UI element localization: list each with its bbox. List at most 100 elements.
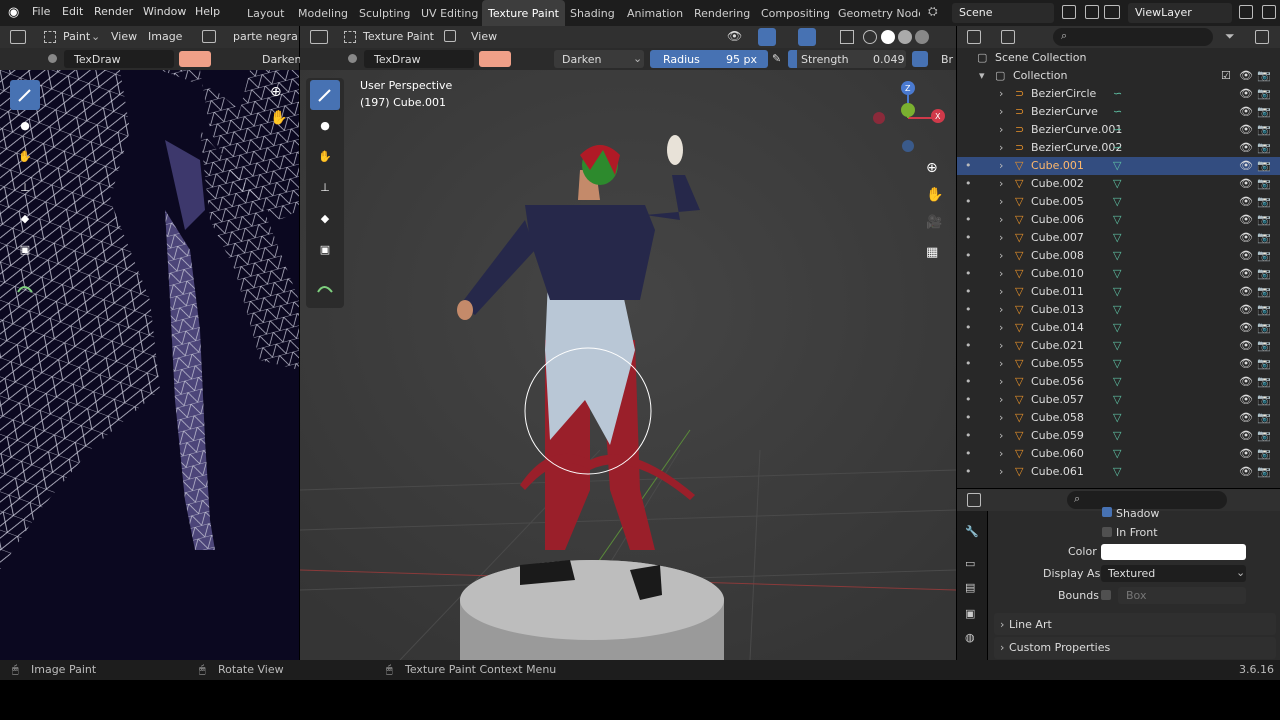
expand-arrow-icon[interactable]: › <box>999 193 1003 211</box>
scene-tab-icon[interactable]: ◍ <box>965 631 975 644</box>
draw-tool-icon[interactable] <box>10 80 40 110</box>
solid-shading-icon[interactable] <box>881 30 895 44</box>
expand-arrow-icon[interactable]: › <box>999 337 1003 355</box>
mask-tool-icon[interactable]: ▣ <box>310 234 340 264</box>
brush-name[interactable]: TexDraw <box>374 53 421 66</box>
paint-mode-menu[interactable]: Paint <box>63 30 90 43</box>
eye-icon[interactable]: 👁 <box>1239 463 1253 481</box>
camera-icon[interactable]: 📷 <box>1257 391 1271 409</box>
edit-mode-dot-icon[interactable]: • <box>965 355 972 373</box>
eye-icon[interactable]: 👁 <box>1239 319 1253 337</box>
expand-arrow-icon[interactable]: › <box>999 391 1003 409</box>
outliner-row[interactable]: • › ▽ Cube.021 ▽ 👁 📷 <box>957 337 1280 355</box>
collection-row[interactable]: ▾ ▢ Collection ☑ 👁 📷 <box>957 67 1280 85</box>
expand-arrow-icon[interactable]: › <box>999 211 1003 229</box>
eye-icon[interactable]: 👁 <box>1239 85 1253 103</box>
uv-canvas[interactable] <box>0 70 299 660</box>
eye-icon[interactable]: 👁 <box>1239 139 1253 157</box>
edit-mode-dot-icon[interactable]: • <box>965 337 972 355</box>
camera-icon[interactable]: 📷 <box>1257 355 1271 373</box>
scene-collection-row[interactable]: ▢ Scene Collection <box>957 49 1280 67</box>
ortho-grid-icon[interactable]: ▦ <box>926 245 938 260</box>
expand-arrow-icon[interactable]: › <box>999 445 1003 463</box>
expand-arrow-icon[interactable]: › <box>999 319 1003 337</box>
pressure-icon[interactable]: ✎ <box>772 52 781 65</box>
clone-tool-icon[interactable]: ⊥ <box>310 172 340 202</box>
expand-arrow-icon[interactable]: › <box>999 427 1003 445</box>
delete-scene-icon[interactable] <box>1085 5 1099 19</box>
expand-arrow-icon[interactable]: › <box>999 463 1003 481</box>
eye-icon[interactable]: 👁 <box>1239 193 1253 211</box>
editor-type-icon[interactable] <box>967 30 981 44</box>
camera-icon[interactable]: 📷 <box>1257 103 1271 121</box>
outliner-row[interactable]: • › ▽ Cube.013 ▽ 👁 📷 <box>957 301 1280 319</box>
editor-type-icon[interactable] <box>10 30 26 44</box>
camera-icon[interactable]: 📷 <box>1257 319 1271 337</box>
blender-logo-icon[interactable]: ◉ <box>8 5 24 21</box>
camera-icon[interactable]: 📷 <box>1257 247 1271 265</box>
camera-icon[interactable]: 📷 <box>1257 175 1271 193</box>
outliner-row[interactable]: • › ▽ Cube.011 ▽ 👁 📷 <box>957 283 1280 301</box>
expand-arrow-icon[interactable]: › <box>999 301 1003 319</box>
zoom-icon[interactable]: ⊕ <box>270 84 282 100</box>
new-view-layer-icon[interactable] <box>1239 5 1253 19</box>
bounds-checkbox[interactable] <box>1101 590 1111 600</box>
outliner-row[interactable]: • › ▽ Cube.014 ▽ 👁 📷 <box>957 319 1280 337</box>
outliner-row[interactable]: • › ▽ Cube.010 ▽ 👁 📷 <box>957 265 1280 283</box>
menu-render[interactable]: Render <box>94 5 133 18</box>
eye-icon[interactable]: 👁 <box>1239 121 1253 139</box>
outliner-row[interactable]: • › ▽ Cube.060 ▽ 👁 📷 <box>957 445 1280 463</box>
camera-icon[interactable]: 📷 <box>1257 301 1271 319</box>
camera-icon[interactable]: 📷 <box>1257 157 1271 175</box>
edit-mode-dot-icon[interactable]: • <box>965 157 972 175</box>
eye-icon[interactable]: 👁 <box>1239 409 1253 427</box>
tab-animation[interactable]: Animation <box>621 0 689 26</box>
edit-mode-dot-icon[interactable]: • <box>965 301 972 319</box>
tab-rendering[interactable]: Rendering <box>688 0 756 26</box>
new-scene-icon[interactable] <box>1062 5 1076 19</box>
brush-name[interactable]: TexDraw <box>74 53 121 66</box>
outliner-row[interactable]: › ⊃ BezierCurve.001 ∽ 👁 📷 <box>957 121 1280 139</box>
expand-arrow-icon[interactable]: › <box>999 139 1003 157</box>
outliner-row[interactable]: • › ▽ Cube.059 ▽ 👁 📷 <box>957 427 1280 445</box>
tab-compositing[interactable]: Compositing <box>755 0 836 26</box>
annotate-tool-icon[interactable] <box>10 272 40 302</box>
view-layer-icon[interactable] <box>1104 5 1120 19</box>
new-collection-icon[interactable] <box>1255 30 1269 44</box>
edit-mode-dot-icon[interactable]: • <box>965 391 972 409</box>
camera-icon[interactable]: 📷 <box>1257 427 1271 445</box>
rendered-shading-icon[interactable] <box>915 30 929 44</box>
interaction-mode-menu[interactable]: Texture Paint <box>363 30 434 43</box>
strength-pressure-icon[interactable] <box>912 51 928 67</box>
blend-mode[interactable]: Darken <box>262 53 301 66</box>
tab-sculpting[interactable]: Sculpting <box>353 0 416 26</box>
filter-icon[interactable]: ⏷ <box>1225 29 1235 44</box>
blend-mode-dropdown[interactable]: Darken <box>562 53 601 66</box>
camera-icon[interactable]: 📷 <box>1257 409 1271 427</box>
outliner-row[interactable]: › ⊃ BezierCurve.002 ∽ 👁 📷 <box>957 139 1280 157</box>
expand-arrow-icon[interactable]: › <box>999 373 1003 391</box>
tab-shading[interactable]: Shading <box>564 0 621 26</box>
edit-mode-dot-icon[interactable]: • <box>965 319 972 337</box>
xray-icon[interactable] <box>840 30 854 44</box>
image-name[interactable]: parte negra s <box>233 30 307 43</box>
fill-tool-icon[interactable]: ◆ <box>310 203 340 233</box>
eye-icon[interactable]: 👁 <box>1239 283 1253 301</box>
expand-arrow-icon[interactable]: › <box>999 103 1003 121</box>
visibility-icon[interactable]: 👁 <box>727 29 742 43</box>
outliner-row[interactable]: • › ▽ Cube.055 ▽ 👁 📷 <box>957 355 1280 373</box>
eye-icon[interactable]: 👁 <box>1239 265 1253 283</box>
editor-type-icon[interactable] <box>967 493 981 507</box>
image-browse-icon[interactable] <box>202 30 216 43</box>
eye-icon[interactable]: 👁 <box>1239 157 1253 175</box>
edit-mode-dot-icon[interactable]: • <box>965 463 972 481</box>
tab-modeling[interactable]: Modeling <box>292 0 354 26</box>
edit-mode-dot-icon[interactable]: • <box>965 283 972 301</box>
outliner-row[interactable]: • › ▽ Cube.005 ▽ 👁 📷 <box>957 193 1280 211</box>
outliner-row[interactable]: • › ▽ Cube.001 ▽ 👁 📷 <box>957 157 1280 175</box>
eye-icon[interactable]: 👁 <box>1239 391 1253 409</box>
eye-icon[interactable]: 👁 <box>1239 211 1253 229</box>
outliner-row[interactable]: › ⊃ BezierCurve ∽ 👁 📷 <box>957 103 1280 121</box>
wireframe-shading-icon[interactable] <box>863 30 877 44</box>
camera-icon[interactable]: 📷 <box>1257 337 1271 355</box>
